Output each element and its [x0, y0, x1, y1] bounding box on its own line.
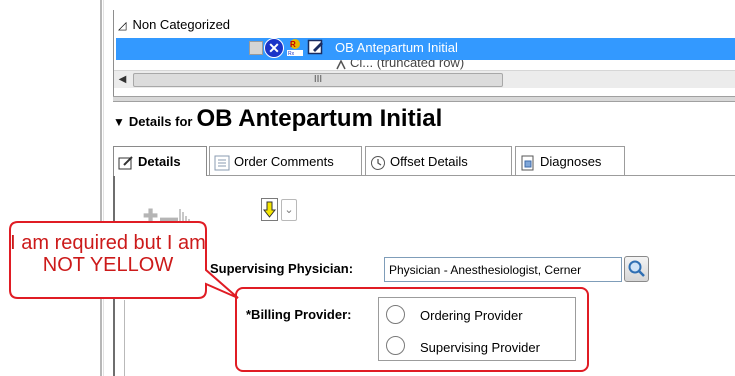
- callout-text: I am required but I am NOT YELLOW: [10, 232, 206, 276]
- callout-bubble: [9, 221, 239, 299]
